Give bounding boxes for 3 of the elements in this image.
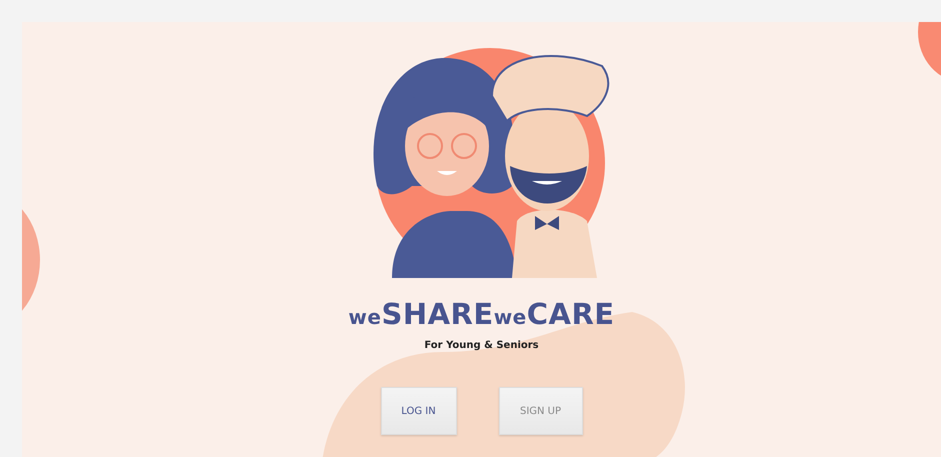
log-in-button[interactable]: LOG IN (380, 387, 456, 435)
logo-wordmark: weSHAREweCARE (348, 300, 615, 329)
tagline: For Young & Seniors (424, 340, 539, 351)
